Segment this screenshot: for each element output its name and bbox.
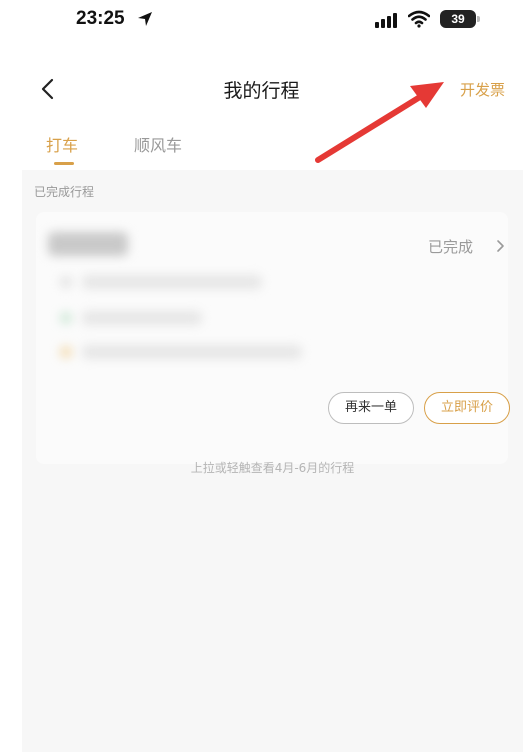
page-title: 我的行程 bbox=[223, 80, 300, 102]
redacted-time-dot bbox=[60, 276, 72, 288]
tab-ride-share[interactable]: 顺风车 bbox=[134, 132, 182, 156]
trip-card[interactable]: 已完成 再来一单 立即评价 bbox=[36, 212, 510, 464]
rate-now-button[interactable]: 立即评价 bbox=[424, 392, 510, 424]
load-more-hint[interactable]: 上拉或轻触查看4月-6月的行程 bbox=[22, 459, 523, 476]
trip-list-panel[interactable]: 已完成行程 已完成 再来一单 立即评价 上拉或轻触查看4月-6月的行程 bbox=[22, 170, 523, 752]
issue-invoice-button[interactable]: 开发票 bbox=[460, 79, 505, 100]
tab-taxi[interactable]: 打车 bbox=[46, 132, 78, 156]
battery-icon: 39 bbox=[440, 10, 480, 28]
redacted-start-line bbox=[82, 311, 202, 325]
redacted-trip-title bbox=[48, 232, 128, 256]
trip-status-label[interactable]: 已完成 bbox=[428, 236, 473, 257]
active-tab-indicator bbox=[54, 162, 74, 165]
location-arrow-icon bbox=[138, 12, 152, 26]
status-bar: 23:25 39 bbox=[0, 0, 523, 44]
signal-icon bbox=[375, 13, 397, 28]
chevron-right-icon[interactable] bbox=[496, 239, 506, 253]
redacted-start-dot bbox=[60, 312, 72, 324]
status-time: 23:25 bbox=[76, 8, 125, 29]
redacted-time-line bbox=[82, 275, 262, 289]
wifi-icon bbox=[408, 10, 430, 28]
order-again-button[interactable]: 再来一单 bbox=[328, 392, 414, 424]
redacted-end-dot bbox=[60, 346, 72, 358]
section-label: 已完成行程 bbox=[34, 185, 95, 199]
redacted-end-line bbox=[82, 345, 302, 359]
